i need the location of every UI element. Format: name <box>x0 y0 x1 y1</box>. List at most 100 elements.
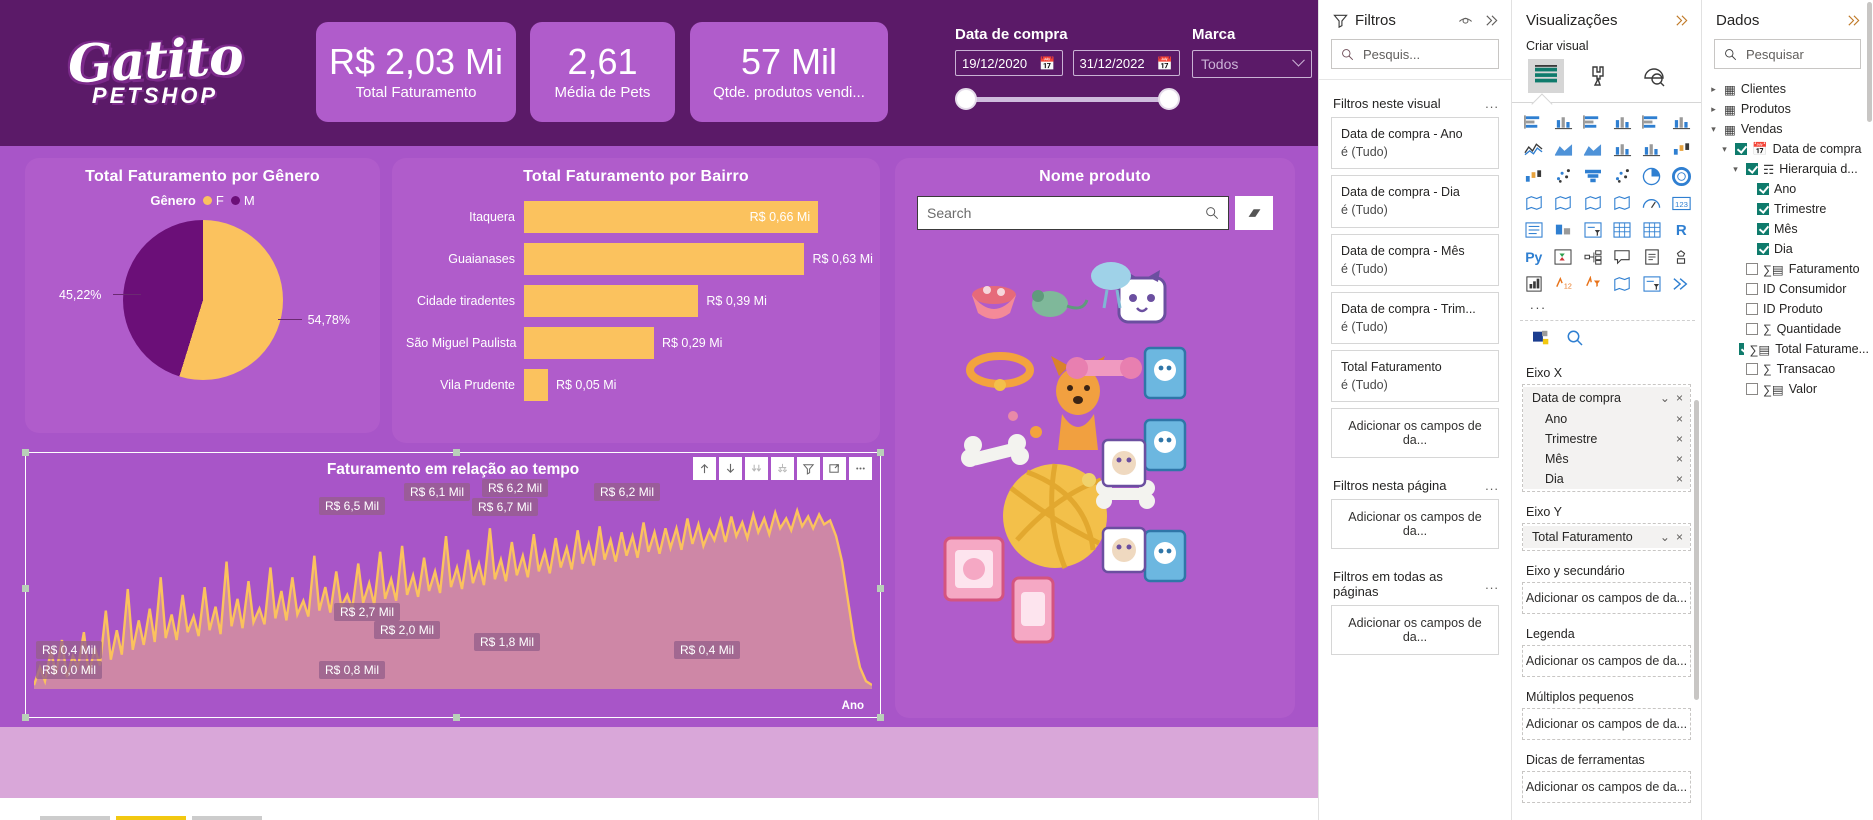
data-pane-scrollbar[interactable] <box>1867 2 1872 122</box>
date-end-field[interactable]: 31/12/2022 📅 <box>1072 50 1180 76</box>
smart-narrative-icon[interactable] <box>1638 246 1666 268</box>
data-pane[interactable]: Dados Pesquisar ▸ ▦ Clientes ▸ ▦ Produtos ▾ ▦ Ve… <box>1701 0 1873 820</box>
visualizations-pane[interactable]: Visualizações Criar visual 123 R Py 123 <box>1511 0 1701 820</box>
remove-field-icon[interactable]: × <box>1676 391 1683 405</box>
checkbox-checked[interactable] <box>1735 143 1747 155</box>
python-script-icon[interactable]: Py <box>1520 246 1548 268</box>
calendar-icon[interactable]: 📅 <box>1157 57 1173 70</box>
well-eixo-y[interactable]: Total Faturamento ⌄ × <box>1522 523 1691 551</box>
metrics-icon[interactable] <box>1520 273 1548 295</box>
visual-bar-faturamento-por-bairro[interactable]: Total Faturamento por Bairro Itaquera R$… <box>392 158 880 443</box>
chiclet-slicer-icon[interactable] <box>1638 273 1666 295</box>
eye-icon[interactable] <box>1458 13 1473 28</box>
visual-pie-faturamento-por-genero[interactable]: Total Faturamento por Gênero Gênero F M … <box>25 158 380 433</box>
checkbox-checked[interactable] <box>1746 163 1758 175</box>
checkbox-checked[interactable] <box>1757 183 1769 195</box>
chevron-down-icon[interactable]: ▾ <box>1708 124 1719 135</box>
visual-line-faturamento-tempo[interactable]: Faturamento em relação ao tempo R$ 6,1 M… <box>22 449 884 721</box>
more-options-icon[interactable]: ... <box>1485 478 1499 493</box>
checkbox-checked[interactable] <box>1757 223 1769 235</box>
data-tree-item-id-produto[interactable]: ID Produto <box>1708 299 1869 319</box>
filters-page-dropzone[interactable]: Adicionar os campos de da... <box>1331 499 1499 550</box>
remove-field-icon[interactable]: × <box>1676 452 1683 466</box>
arcgis-map-icon[interactable] <box>1609 192 1637 214</box>
filters-all-pages-dropzone[interactable]: Adicionar os campos de da... <box>1331 605 1499 656</box>
bar-fill[interactable]: R$ 0,29 Mi <box>524 327 722 359</box>
waterfall-chart-icon[interactable] <box>1520 165 1548 187</box>
viz-gallery[interactable]: 123 R Py 123 ... <box>1512 102 1701 359</box>
checkbox-checked[interactable] <box>1738 343 1745 355</box>
format-visual-icon[interactable] <box>1582 59 1618 93</box>
resize-handle-l[interactable] <box>22 585 29 592</box>
chevron-right-icon[interactable]: ▸ <box>1708 84 1719 95</box>
line-stacked-column-icon[interactable] <box>1609 138 1637 160</box>
well-eixo-y-secundario-dropzone[interactable]: Adicionar os campos de da... <box>1522 582 1691 614</box>
data-tree-item-valor[interactable]: ∑▤ Valor <box>1708 379 1869 399</box>
drill-up-icon[interactable] <box>693 457 716 480</box>
checkbox-unchecked[interactable] <box>1746 263 1758 275</box>
well-legenda-dropzone[interactable]: Adicionar os campos de da... <box>1522 645 1691 677</box>
resize-handle-tl[interactable] <box>22 449 29 456</box>
data-tree-item-vendas[interactable]: ▾ ▦ Vendas <box>1708 119 1869 139</box>
kpi-card-total-faturamento[interactable]: R$ 2,03 Mi Total Faturamento <box>316 22 516 122</box>
well-field-child[interactable]: Dia × <box>1523 469 1690 489</box>
data-tree-item-produtos[interactable]: ▸ ▦ Produtos <box>1708 99 1869 119</box>
well-field-child[interactable]: Trimestre × <box>1523 429 1690 449</box>
more-options-icon[interactable]: ... <box>1485 96 1499 111</box>
filter-card[interactable]: Data de compra - Dia é (Tudo) <box>1331 175 1499 228</box>
chevron-down-icon[interactable]: ▾ <box>1719 144 1730 155</box>
more-options-icon[interactable]: ... <box>1485 577 1499 592</box>
resize-handle-b[interactable] <box>453 714 460 721</box>
remove-field-icon[interactable]: × <box>1676 472 1683 486</box>
line-clustered-column-icon[interactable] <box>1638 138 1666 160</box>
flow-icon[interactable] <box>1668 273 1696 295</box>
analytics-magnifier-icon[interactable] <box>1566 329 1584 347</box>
100-stacked-bar-chart-icon[interactable] <box>1638 111 1666 133</box>
checkbox-unchecked[interactable] <box>1746 363 1758 375</box>
matrix-icon[interactable] <box>1638 219 1666 241</box>
visual-slicer-nome-produto[interactable]: Nome produto Search <box>895 158 1295 718</box>
scatter-plot-icon[interactable] <box>1609 165 1637 187</box>
page-tab-strip[interactable] <box>0 798 1318 820</box>
clustered-column-chart-icon[interactable] <box>1609 111 1637 133</box>
kpi-icon[interactable] <box>1550 219 1578 241</box>
pie-chart-icon[interactable] <box>1638 165 1666 187</box>
data-tree-item-ano[interactable]: Ano <box>1708 179 1869 199</box>
checkbox-unchecked[interactable] <box>1746 383 1758 395</box>
map-icon[interactable] <box>1550 192 1578 214</box>
resize-handle-tr[interactable] <box>877 449 884 456</box>
viz-gallery-more[interactable]: ... <box>1520 295 1695 318</box>
power-automate-icon[interactable] <box>1579 273 1607 295</box>
chevron-double-right-icon[interactable] <box>1674 13 1689 28</box>
resize-handle-t[interactable] <box>453 449 460 456</box>
bar-row[interactable]: Cidade tiradentes R$ 0,39 Mi <box>406 284 866 318</box>
data-field-tree[interactable]: ▸ ▦ Clientes ▸ ▦ Produtos ▾ ▦ Vendas ▾ 📅 Data de co… <box>1702 79 1873 399</box>
line-chart-icon[interactable] <box>1520 138 1548 160</box>
kpi-card-qtde-produtos[interactable]: 57 Mil Qtde. produtos vendi... <box>690 22 888 122</box>
checkbox-checked[interactable] <box>1757 243 1769 255</box>
page-tab-active[interactable] <box>116 816 186 820</box>
line-chart-plot-area[interactable]: R$ 6,1 Mil R$ 6,2 Mil R$ 6,7 Mil R$ 6,2 … <box>34 479 872 689</box>
resize-handle-br[interactable] <box>877 714 884 721</box>
resize-handle-r[interactable] <box>877 585 884 592</box>
funnel-chart-icon[interactable] <box>1579 165 1607 187</box>
chevron-double-right-icon[interactable] <box>1484 13 1499 28</box>
ribbon-chart-icon[interactable] <box>1668 138 1696 160</box>
data-tree-item-transacao[interactable]: ∑ Transacao <box>1708 359 1869 379</box>
key-influencers-icon[interactable] <box>1550 246 1578 268</box>
checkbox-unchecked[interactable] <box>1746 283 1758 295</box>
chevron-down-icon[interactable]: ⌄ <box>1660 530 1670 544</box>
chevron-down-icon[interactable]: ▾ <box>1730 164 1741 175</box>
data-tree-item-faturamento[interactable]: ∑▤ Faturamento <box>1708 259 1869 279</box>
data-tree-item-data-de-compra[interactable]: ▾ 📅 Data de compra <box>1708 139 1869 159</box>
data-tree-item-quantidade[interactable]: ∑ Quantidade <box>1708 319 1869 339</box>
data-tree-item-clientes[interactable]: ▸ ▦ Clientes <box>1708 79 1869 99</box>
data-tree-item-total-faturame[interactable]: ∑▤ Total Faturame... <box>1708 339 1869 359</box>
filter-card[interactable]: Data de compra - Mês é (Tudo) <box>1331 233 1499 286</box>
filter-card[interactable]: Data de compra - Trim... é (Tudo) <box>1331 291 1499 344</box>
drill-down-icon[interactable] <box>719 457 742 480</box>
bar-row[interactable]: Guaianases R$ 0,63 Mi <box>406 242 873 276</box>
remove-field-icon[interactable]: × <box>1676 432 1683 446</box>
page-tabs[interactable] <box>40 798 262 820</box>
legend-item-f[interactable]: F <box>202 193 224 208</box>
